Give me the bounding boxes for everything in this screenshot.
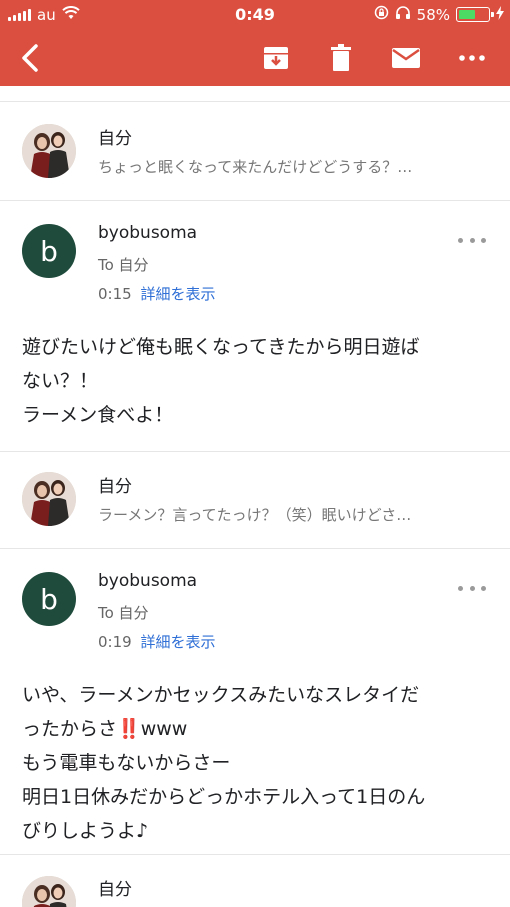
trash-icon — [331, 44, 351, 71]
divider — [0, 854, 510, 855]
battery-icon — [456, 7, 494, 22]
recipient-line: To 自分 — [98, 604, 149, 622]
message-time-row: 0:15 詳細を表示 — [98, 283, 215, 304]
delete-button[interactable] — [321, 38, 361, 78]
message-time: 0:15 — [98, 285, 132, 303]
message-time: 0:19 — [98, 633, 132, 651]
message-thread: 自分 ちょっと眠くなって来たんだけどどうする？… b byobusoma To … — [0, 86, 510, 907]
previous-message-cut — [0, 86, 510, 102]
message-snippet: ちょっと眠くなって来たんだけどどうする？… — [98, 158, 413, 176]
double-exclamation-icon: ‼️ — [117, 718, 141, 740]
more-horizontal-icon — [459, 55, 485, 61]
status-right: 58% — [374, 5, 504, 24]
message-more-button[interactable] — [458, 231, 486, 249]
body-line: 遊びたいけど俺も眠くなってきたから明日遊ば — [22, 336, 420, 358]
body-text-segment: www — [140, 718, 188, 740]
body-line: びりしようよ♪ — [22, 820, 149, 842]
sender-name: 自分 — [98, 477, 132, 497]
message-time-row: 0:19 詳細を表示 — [98, 631, 215, 652]
message-body: いや、ラーメンかセックスみたいなスレタイだ ったからさ‼️www もう電車もない… — [22, 678, 492, 848]
avatar: b — [22, 572, 76, 626]
sender-name: byobusoma — [98, 571, 198, 591]
divider — [0, 451, 510, 452]
body-line: いや、ラーメンかセックスみたいなスレタイだ — [22, 684, 420, 706]
sender-name: 自分 — [98, 129, 132, 149]
body-line: ったからさ‼️www — [22, 712, 492, 746]
show-details-link[interactable]: 詳細を表示 — [140, 633, 215, 651]
battery-level — [459, 10, 475, 19]
divider — [0, 548, 510, 549]
archive-button[interactable] — [256, 38, 296, 78]
sender-name: 自分 — [98, 880, 132, 900]
recipient-line: To 自分 — [98, 256, 149, 274]
body-line: ラーメン食べよ！ — [22, 404, 174, 426]
avatar: b — [22, 224, 76, 278]
more-options-button[interactable] — [452, 38, 492, 78]
message-body: 遊びたいけど俺も眠くなってきたから明日遊ば ない？！ ラーメン食べよ！ — [22, 330, 492, 432]
divider — [0, 200, 510, 201]
body-line: 明日1日休みだからどっかホテル入って1日のん — [22, 786, 426, 808]
status-bar: au 0:49 58% — [0, 0, 510, 30]
charging-icon — [496, 5, 504, 24]
avatar — [22, 472, 76, 526]
toolbar — [0, 30, 510, 86]
sender-name: byobusoma — [98, 223, 198, 243]
mark-unread-button[interactable] — [386, 38, 426, 78]
archive-icon — [264, 47, 288, 69]
show-details-link[interactable]: 詳細を表示 — [140, 285, 215, 303]
body-line: ない？！ — [22, 370, 99, 392]
message-snippet: ラーメン？言ってたっけ？（笑）眠いけどさ… — [98, 506, 412, 524]
message-more-button[interactable] — [458, 579, 486, 597]
rotation-lock-icon — [374, 5, 389, 24]
back-button[interactable] — [10, 38, 50, 78]
avatar — [22, 876, 76, 907]
battery-percent: 58% — [416, 5, 450, 24]
headphones-icon — [395, 5, 411, 24]
mail-icon — [392, 48, 420, 68]
avatar — [22, 124, 76, 178]
body-line: もう電車もないからさー — [22, 752, 231, 774]
body-text-segment: ったからさ — [22, 718, 118, 740]
chevron-left-icon — [22, 44, 38, 72]
app-header: au 0:49 58% — [0, 0, 510, 86]
